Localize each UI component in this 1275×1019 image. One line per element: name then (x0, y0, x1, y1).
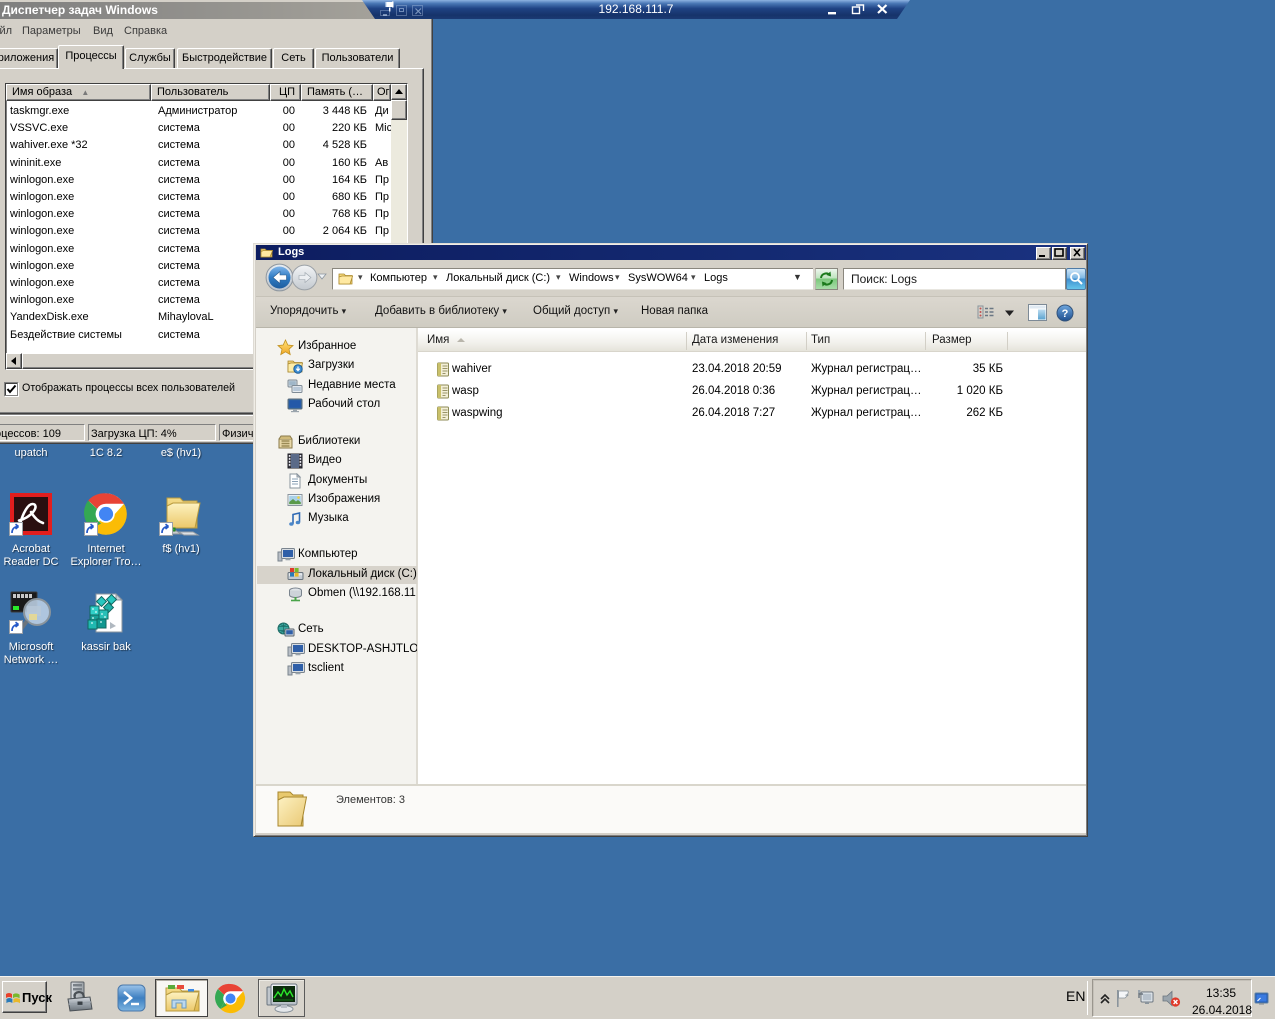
svg-text:?: ? (1062, 308, 1069, 320)
